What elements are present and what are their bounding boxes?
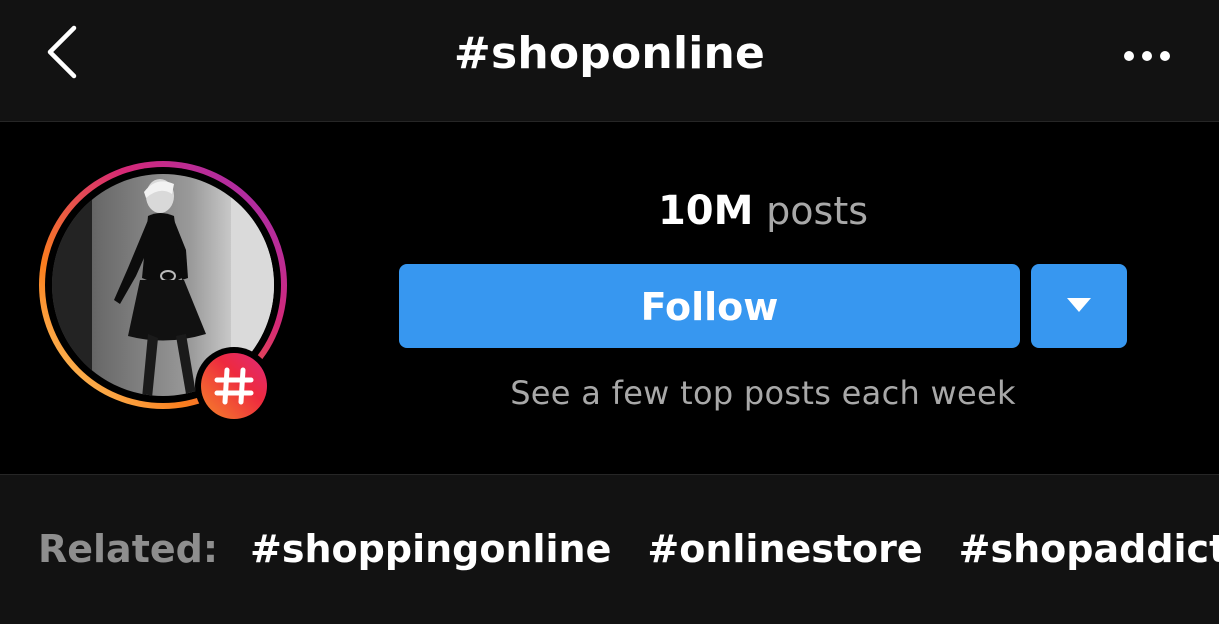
hashtag-header: 10M posts Follow See a few top posts eac…	[0, 122, 1219, 474]
related-hashtags-bar: Related: #shoppingonline #onlinestore #shop…	[0, 474, 1219, 624]
top-bar: #shoponline	[0, 0, 1219, 122]
related-label: Related:	[38, 527, 219, 571]
page-title: #shoponline	[453, 28, 766, 79]
more-options-button[interactable]	[1115, 38, 1179, 74]
follow-hint: See a few top posts each week	[510, 374, 1016, 412]
follow-options-button[interactable]	[1031, 264, 1127, 348]
hashtag-avatar[interactable]	[36, 158, 294, 425]
follow-button[interactable]: Follow	[399, 264, 1020, 348]
related-hashtags-list: Related: #shoppingonline #onlinestore #shop…	[38, 527, 1219, 571]
posts-count-value: 10M	[657, 188, 754, 234]
hashtag-page: #shoponline 10M posts Follow See a few t…	[0, 0, 1219, 624]
related-tag[interactable]: #shopaddict	[959, 527, 1219, 571]
hashtag-icon	[195, 347, 273, 425]
caret-down-icon	[1067, 298, 1091, 312]
more-horizontal-icon	[1124, 51, 1170, 61]
posts-count: 10M posts	[399, 188, 1127, 234]
posts-count-label: posts	[766, 189, 869, 233]
related-tag[interactable]: #onlinestore	[647, 527, 922, 571]
related-tag[interactable]: #shoppingonline	[250, 527, 611, 571]
hashtag-badge	[194, 346, 274, 426]
